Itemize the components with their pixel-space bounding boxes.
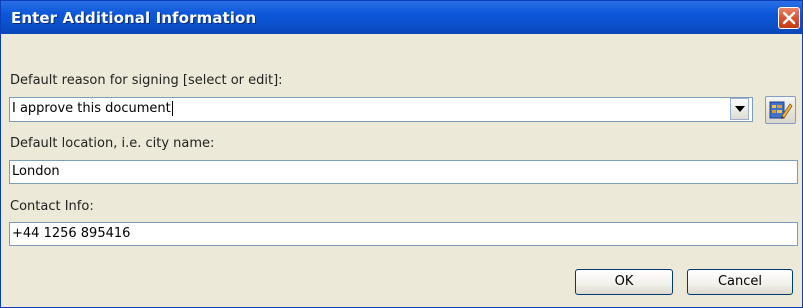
contact-value: +44 1256 895416 — [12, 226, 131, 241]
dialog-window: Enter Additional Information Default rea… — [0, 0, 803, 308]
location-input[interactable]: London — [9, 160, 798, 184]
reason-label: Default reason for signing [select or ed… — [10, 73, 283, 88]
ok-button[interactable]: OK — [575, 269, 673, 295]
close-icon — [782, 11, 796, 25]
chevron-down-icon — [735, 106, 745, 112]
contact-label: Contact Info: — [10, 199, 94, 214]
contact-input[interactable]: +44 1256 895416 — [9, 222, 798, 246]
reason-value: I approve this document — [12, 101, 171, 116]
reason-combo-field[interactable]: I approve this document — [9, 97, 753, 122]
title-bar[interactable]: Enter Additional Information — [1, 1, 802, 34]
location-label: Default location, i.e. city name: — [10, 136, 215, 151]
edit-list-icon — [769, 101, 793, 119]
cancel-button[interactable]: Cancel — [687, 269, 793, 295]
reason-dropdown-button[interactable] — [730, 98, 749, 120]
edit-reasons-button[interactable] — [765, 96, 796, 124]
text-caret — [171, 101, 173, 116]
dialog-title: Enter Additional Information — [11, 9, 257, 27]
close-button[interactable] — [778, 7, 800, 29]
location-value: London — [12, 164, 60, 179]
